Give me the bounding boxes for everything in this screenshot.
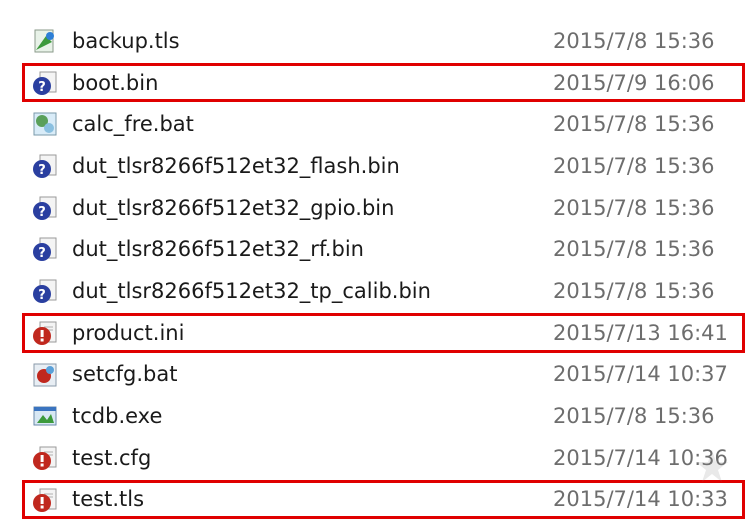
config-file-icon [33,446,57,470]
file-name[interactable]: backup.tls [72,29,180,53]
file-row[interactable]: test.tls 2015/7/14 10:33 [0,479,748,521]
file-row[interactable]: tcdb.exe 2015/7/8 15:36 [0,395,748,437]
file-row[interactable]: test.cfg 2015/7/14 10:36 [0,437,748,479]
file-date: 2015/7/8 15:36 [553,237,715,262]
file-name[interactable]: test.cfg [72,446,151,470]
file-name[interactable]: dut_tlsr8266f512et32_gpio.bin [72,196,394,220]
file-name[interactable]: dut_tlsr8266f512et32_tp_calib.bin [72,279,431,303]
file-date: 2015/7/9 16:06 [553,70,715,95]
file-row[interactable]: ? boot.bin 2015/7/9 16:06 [0,62,748,104]
file-date: 2015/7/8 15:36 [553,28,715,53]
file-date: 2015/7/8 15:36 [553,278,715,303]
file-row[interactable]: backup.tls 2015/7/8 15:36 [0,20,748,62]
file-row[interactable]: product.ini 2015/7/13 16:41 [0,312,748,354]
file-list-window: backup.tls 2015/7/8 15:36 ? boot.bin 201… [0,0,748,531]
unknown-file-icon: ? [33,196,57,220]
svg-text:?: ? [38,163,46,178]
file-row[interactable]: setcfg.bat 2015/7/14 10:37 [0,354,748,396]
file-row[interactable]: ? dut_tlsr8266f512et32_flash.bin 2015/7/… [0,145,748,187]
svg-text:?: ? [38,246,46,261]
watermark-icon [696,450,728,482]
batch-file-icon [33,112,57,136]
file-date: 2015/7/8 15:36 [553,153,715,178]
file-row[interactable]: calc_fre.bat 2015/7/8 15:36 [0,103,748,145]
file-date: 2015/7/8 15:36 [553,404,715,429]
file-name[interactable]: setcfg.bat [72,362,177,386]
file-name[interactable]: dut_tlsr8266f512et32_rf.bin [72,237,364,261]
file-row[interactable]: ? dut_tlsr8266f512et32_gpio.bin 2015/7/8… [0,187,748,229]
unknown-file-icon: ? [33,279,57,304]
file-date: 2015/7/14 10:33 [553,487,728,512]
file-date: 2015/7/8 15:36 [553,195,715,220]
file-date: 2015/7/8 15:36 [553,112,715,137]
exe-file-icon [33,406,57,426]
file-name[interactable]: dut_tlsr8266f512et32_flash.bin [72,154,400,178]
file-name[interactable]: tcdb.exe [72,404,162,428]
config-file-icon [33,488,57,512]
unknown-file-icon: ? [33,71,57,95]
batch-file-icon [33,363,57,386]
svg-text:?: ? [38,288,46,303]
file-name[interactable]: boot.bin [72,71,158,95]
unknown-file-icon: ? [33,237,57,262]
file-name[interactable]: calc_fre.bat [72,112,194,136]
file-date: 2015/7/13 16:41 [553,320,728,345]
file-list: backup.tls 2015/7/8 15:36 ? boot.bin 201… [0,20,748,520]
unknown-file-icon: ? [33,154,57,179]
file-date: 2015/7/14 10:37 [553,362,728,387]
file-row[interactable]: ? dut_tlsr8266f512et32_tp_calib.bin 2015… [0,270,748,312]
file-name[interactable]: test.tls [72,487,144,511]
config-file-icon [33,321,57,345]
svg-text:?: ? [38,205,46,220]
file-row[interactable]: ? dut_tlsr8266f512et32_rf.bin 2015/7/8 1… [0,228,748,270]
svg-text:?: ? [38,80,46,95]
file-name[interactable]: product.ini [72,321,184,345]
tls-file-icon [34,29,54,53]
